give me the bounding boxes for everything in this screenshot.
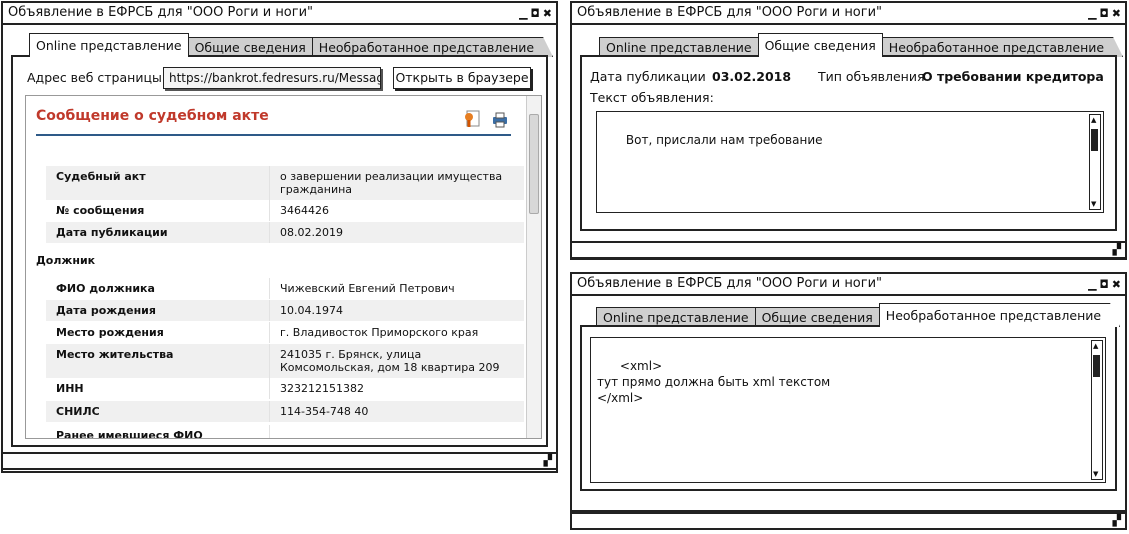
- minimize-icon[interactable]: ▁: [1088, 8, 1096, 19]
- window-title: Объявление в ЕФРСБ для "ООО Роги и ноги": [577, 276, 883, 291]
- tab-panel: Дата публикации 03.02.2018 Тип объявлени…: [580, 55, 1117, 231]
- scroll-up-icon[interactable]: ▲: [1091, 116, 1096, 124]
- scroll-down-icon[interactable]: ▼: [1091, 200, 1096, 208]
- embedded-browser[interactable]: Сообщение о судебном акте Судебный акт о…: [25, 95, 542, 439]
- window-titlebar: Объявление в ЕФРСБ для "ООО Роги и ноги"…: [572, 274, 1125, 296]
- table-row: Дата публикации 08.02.2019: [46, 222, 524, 243]
- text-label: Текст объявления:: [590, 90, 714, 105]
- table-row: СНИЛС 114-354-748 40: [46, 401, 524, 422]
- table-row: № сообщения 3464426: [46, 200, 524, 221]
- type-value: О требовании кредитора: [922, 69, 1104, 84]
- url-label: Адрес веб страницы:: [27, 70, 167, 85]
- tab-general[interactable]: Общие сведения: [757, 33, 883, 57]
- tab-online[interactable]: Online представление: [599, 37, 759, 57]
- table-row: Дата рождения 10.04.1974: [46, 300, 524, 321]
- pub-date-label: Дата публикации: [590, 69, 706, 84]
- resize-grip-icon[interactable]: ▞: [544, 454, 552, 467]
- window-titlebar: Объявление в ЕФРСБ для "ООО Роги и ноги"…: [3, 3, 556, 25]
- tab-panel: Адрес веб страницы: https://bankrot.fedr…: [11, 55, 548, 447]
- scroll-down-icon[interactable]: ▼: [1093, 470, 1098, 478]
- text-scrollbar[interactable]: ▲ ▼: [1091, 340, 1103, 480]
- table-row: Место жительства 241035 г. Брянск, улица…: [46, 344, 524, 378]
- table-row: Ранее имевшиеся ФИО: [46, 425, 524, 438]
- tab-general[interactable]: Общие сведения: [187, 37, 313, 57]
- debtor-section-title: Должник: [36, 254, 96, 267]
- raw-text[interactable]: <xml> тут прямо должна быть xml текстом …: [590, 337, 1106, 483]
- announcement-text[interactable]: Вот, прислали нам требование ▲ ▼: [596, 111, 1104, 213]
- close-icon[interactable]: ✖: [1112, 8, 1121, 19]
- announcement-text-value: Вот, прислали нам требование: [625, 133, 823, 147]
- certificate-icon[interactable]: [464, 110, 480, 128]
- statusbar: ▞: [570, 241, 1127, 259]
- pub-date-value: 03.02.2018: [712, 69, 792, 84]
- tab-strip: Online представление Общие сведения Необ…: [29, 33, 552, 57]
- print-icon[interactable]: [492, 110, 508, 128]
- tab-strip: Online представление Общие сведения Необ…: [596, 303, 1119, 327]
- window-titlebar: Объявление в ЕФРСБ для "ООО Роги и ноги"…: [572, 3, 1125, 25]
- window-online: Объявление в ЕФРСБ для "ООО Роги и ноги"…: [1, 1, 558, 473]
- statusbar: ▞: [570, 512, 1127, 530]
- close-icon[interactable]: ✖: [543, 8, 552, 19]
- table-row: ИНН 323212151382: [46, 378, 524, 399]
- table-row: ФИО должника Чижевский Евгений Петрович: [46, 278, 524, 299]
- minimize-icon[interactable]: ▁: [1088, 279, 1096, 290]
- window-title: Объявление в ЕФРСБ для "ООО Роги и ноги": [8, 5, 314, 20]
- restore-icon[interactable]: ◘: [1100, 279, 1109, 290]
- url-field[interactable]: https://bankrot.fedresurs.ru/Messag: [163, 67, 381, 89]
- title-divider: [36, 134, 511, 136]
- tab-raw[interactable]: Необработанное представление: [882, 37, 1123, 57]
- type-label: Тип объявления: [818, 69, 925, 84]
- statusbar: ▞: [1, 452, 558, 470]
- table-row: Судебный акт о завершении реализации иму…: [46, 166, 524, 200]
- window-general: Объявление в ЕФРСБ для "ООО Роги и ноги"…: [570, 1, 1127, 260]
- browser-scrollbar[interactable]: [526, 96, 541, 438]
- close-icon[interactable]: ✖: [1112, 279, 1121, 290]
- tab-strip: Online представление Общие сведения Необ…: [599, 33, 1122, 57]
- window-title: Объявление в ЕФРСБ для "ООО Роги и ноги": [577, 5, 883, 20]
- table-row: Место рождения г. Владивосток Приморског…: [46, 322, 524, 343]
- open-in-browser-button[interactable]: Открыть в браузере: [393, 67, 531, 89]
- restore-icon[interactable]: ◘: [1100, 8, 1109, 19]
- scroll-thumb[interactable]: [1093, 355, 1100, 377]
- minimize-icon[interactable]: ▁: [519, 8, 527, 19]
- restore-icon[interactable]: ◘: [531, 8, 540, 19]
- tab-general[interactable]: Общие сведения: [754, 307, 880, 327]
- scroll-thumb[interactable]: [1091, 129, 1098, 151]
- resize-grip-icon[interactable]: ▞: [1113, 243, 1121, 256]
- browser-scroll-thumb[interactable]: [529, 114, 539, 214]
- text-scrollbar[interactable]: ▲ ▼: [1089, 114, 1101, 210]
- scroll-up-icon[interactable]: ▲: [1093, 342, 1098, 350]
- resize-grip-icon[interactable]: ▞: [1113, 514, 1121, 527]
- tab-online[interactable]: Online представление: [29, 33, 189, 57]
- page-title: Сообщение о судебном акте: [36, 108, 269, 124]
- tab-raw[interactable]: Необработанное представление: [879, 303, 1120, 327]
- raw-text-value: <xml> тут прямо должна быть xml текстом …: [597, 359, 831, 405]
- tab-online[interactable]: Online представление: [596, 307, 756, 327]
- tab-panel: <xml> тут прямо должна быть xml текстом …: [580, 325, 1117, 491]
- tab-raw[interactable]: Необработанное представление: [312, 37, 553, 57]
- window-raw: Объявление в ЕФРСБ для "ООО Роги и ноги"…: [570, 272, 1127, 512]
